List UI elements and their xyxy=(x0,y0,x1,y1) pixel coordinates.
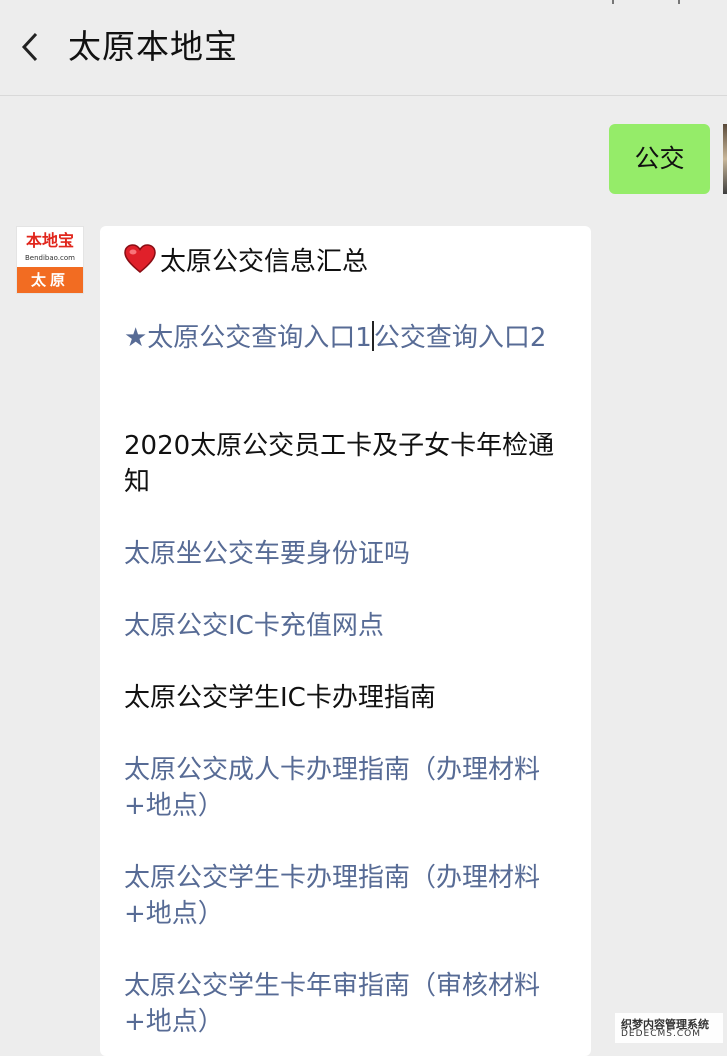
bus-query-link-2[interactable]: 公交查询入口2 xyxy=(374,323,547,353)
avatar-logo-text: 本地宝 xyxy=(25,231,74,250)
sender-avatar[interactable]: 本地宝 Bendibao.com 太原 xyxy=(16,226,84,294)
message-heading-text: 太原公交信息汇总 xyxy=(160,247,369,277)
list-item-student-card-guide[interactable]: 太原公交学生卡办理指南（办理材料+地点） xyxy=(124,860,574,932)
chat-title: 太原本地宝 xyxy=(68,27,238,66)
sent-message-text: 公交 xyxy=(634,144,685,173)
heart-icon xyxy=(124,244,156,273)
list-item-student-card-annual-review[interactable]: 太原公交学生卡年审指南（审核材料+地点） xyxy=(124,968,574,1040)
list-item-bus-query[interactable]: ★太原公交查询入口1公交查询入口2 xyxy=(124,320,574,356)
bus-query-link-1[interactable]: ★太原公交查询入口1 xyxy=(124,323,372,353)
chat-header: 太原本地宝 xyxy=(0,0,727,96)
chevron-left-icon[interactable] xyxy=(18,30,44,64)
list-item-card-inspection: 2020太原公交员工卡及子女卡年检通知 xyxy=(124,431,555,497)
status-marks xyxy=(560,0,710,4)
list-item-student-ic-guide: 太原公交学生IC卡办理指南 xyxy=(124,683,436,713)
received-message-bubble: 太原公交信息汇总 ★太原公交查询入口1公交查询入口2 2020太原公交员工卡及子… xyxy=(100,226,591,1056)
avatar-logo-sub: Bendibao.com xyxy=(24,254,75,262)
message-heading: 太原公交信息汇总 xyxy=(124,244,574,280)
list-item-ic-recharge[interactable]: 太原公交IC卡充值网点 xyxy=(124,608,574,644)
self-avatar[interactable] xyxy=(723,124,727,194)
avatar-city-label: 太原 xyxy=(17,267,83,293)
list-item-id-required[interactable]: 太原坐公交车要身份证吗 xyxy=(124,536,574,572)
list-item-adult-card-guide[interactable]: 太原公交成人卡办理指南（办理材料+地点） xyxy=(124,752,574,824)
sent-message-bubble[interactable]: 公交 xyxy=(609,124,710,194)
site-watermark: 织梦内容管理系统 DEDECMS.COM xyxy=(615,1013,723,1043)
watermark-line-2: DEDECMS.COM xyxy=(621,1029,701,1039)
